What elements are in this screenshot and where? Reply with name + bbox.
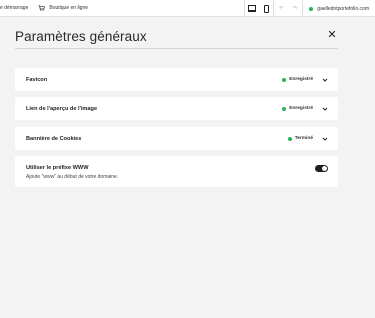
domain-label: gaelledntportefolio.com	[317, 5, 369, 12]
undo-icon: ↶	[278, 6, 284, 12]
setting-row-www-prefix: Utiliser le préfixe WWW Ajoute "www" au …	[15, 156, 338, 187]
page-title: Paramètres généraux	[15, 29, 147, 44]
topbar-right-group: ↶ ↷ gaelledntportefolio.com	[244, 0, 375, 17]
domain-status-dot	[309, 6, 314, 11]
status-text: Enregistré	[289, 106, 313, 111]
online-shop-link[interactable]: Boutique en ligne	[38, 0, 88, 17]
setting-row-image-preview-link[interactable]: Lien de l'aperçu de l'image Enregistré	[15, 97, 338, 120]
toggle-knob	[322, 166, 327, 171]
undo-button[interactable]: ↶	[274, 0, 288, 17]
site-domain[interactable]: gaelledntportefolio.com	[303, 6, 375, 12]
status-dot	[282, 106, 287, 111]
chevron-down-icon	[322, 78, 328, 82]
redo-icon: ↷	[292, 6, 298, 12]
toggle-label: Utiliser le préfixe WWW	[26, 165, 89, 171]
desktop-view-button[interactable]	[245, 0, 259, 17]
close-button[interactable]: ✕	[327, 29, 337, 41]
mobile-view-button[interactable]	[259, 0, 273, 17]
shopping-cart-icon	[38, 5, 46, 11]
setting-row-favicon[interactable]: Favicon Enregistré	[15, 68, 338, 91]
status-text: Enregistré	[289, 77, 313, 82]
toggle-description: Ajoute "www" au début de votre domaine.	[26, 174, 119, 180]
start-menu-link[interactable]: e démarrage	[0, 0, 28, 17]
status-dot	[282, 77, 287, 82]
editor-topbar: e démarrage Boutique en ligne ↶ ↷ gaelle…	[0, 0, 375, 17]
setting-label: Favicon	[26, 76, 48, 83]
setting-label: Bannière de Cookies	[26, 135, 82, 142]
chevron-down-icon	[322, 107, 328, 111]
shop-label: Boutique en ligne	[49, 5, 89, 11]
chevron-down-icon	[322, 137, 328, 141]
redo-button[interactable]: ↷	[288, 0, 302, 17]
status-badge: Enregistré	[282, 106, 313, 111]
status-badge: Enregistré	[282, 77, 313, 82]
title-divider	[15, 48, 338, 49]
status-text: Terminé	[294, 136, 313, 141]
www-prefix-toggle[interactable]	[315, 165, 328, 172]
setting-label: Lien de l'aperçu de l'image	[26, 105, 98, 112]
desktop-icon	[248, 5, 257, 12]
start-label: e démarrage	[0, 5, 29, 11]
close-icon: ✕	[327, 29, 337, 41]
setting-row-cookie-banner[interactable]: Bannière de Cookies Terminé	[15, 127, 338, 150]
status-badge: Terminé	[287, 136, 313, 141]
mobile-icon	[263, 4, 269, 13]
status-dot	[287, 136, 292, 141]
